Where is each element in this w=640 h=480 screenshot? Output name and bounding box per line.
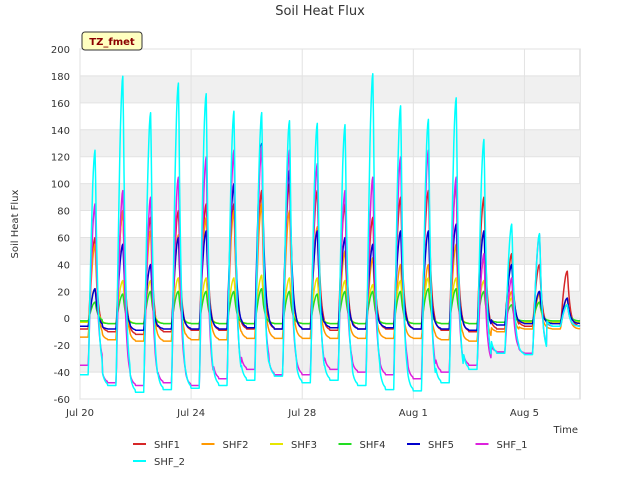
- y-tick-label: 180: [51, 72, 70, 83]
- legend-item-shf4: SHF4: [338, 440, 386, 451]
- legend-label: SHF3: [291, 440, 317, 451]
- y-tick-label: 80: [57, 207, 70, 218]
- x-tick-label: Jul 20: [65, 408, 94, 419]
- x-axis: Jul 20 Jul 24 Jul 28 Aug 1 Aug 5: [65, 408, 539, 419]
- y-tick-label: 100: [51, 180, 70, 191]
- y-tick-label: -40: [54, 368, 70, 379]
- y-tick-label: -20: [54, 341, 70, 352]
- y-tick-label: 140: [51, 126, 70, 137]
- chart-title: Soil Heat Flux: [275, 4, 365, 19]
- y-tick-label: 20: [57, 287, 70, 298]
- badge-label: TZ_fmet: [89, 37, 135, 48]
- legend-label: SHF_1: [497, 440, 528, 451]
- legend: SHF1 SHF2 SHF3 SHF4 SHF5 SHF_1 SHF_2: [133, 440, 527, 468]
- legend-label: SHF5: [428, 440, 454, 451]
- legend-item-shf_1: SHF_1: [475, 440, 528, 451]
- x-axis-label: Time: [553, 425, 578, 436]
- soil-heat-flux-chart: Soil Heat Flux -60 -40 -20 0 20 40 60 80 100 120 1…: [10, 4, 581, 468]
- grid-band: [80, 75, 580, 103]
- grid-band: [80, 183, 580, 211]
- legend-item-shf_2: SHF_2: [133, 457, 185, 468]
- y-tick-label: 160: [51, 99, 70, 110]
- legend-item-shf1: SHF1: [133, 440, 180, 451]
- y-tick-label: 0: [64, 314, 70, 325]
- y-axis: -60 -40 -20 0 20 40 60 80 100 120 140 160 180 200: [51, 45, 70, 406]
- grid-band: [80, 237, 580, 265]
- x-tick-label: Jul 28: [287, 408, 316, 419]
- y-tick-label: 40: [57, 260, 70, 271]
- legend-item-shf5: SHF5: [407, 440, 454, 451]
- legend-item-shf3: SHF3: [270, 440, 317, 451]
- legend-label: SHF_2: [154, 457, 185, 468]
- y-axis-label: Soil Heat Flux: [10, 189, 21, 258]
- grid-band: [80, 129, 580, 157]
- x-tick-label: Aug 5: [510, 408, 539, 419]
- x-tick-label: Jul 24: [176, 408, 205, 419]
- legend-label: SHF1: [154, 440, 180, 451]
- x-tick-label: Aug 1: [399, 408, 428, 419]
- y-tick-label: 200: [51, 45, 70, 56]
- legend-item-shf2: SHF2: [201, 440, 249, 451]
- y-tick-label: -60: [54, 395, 70, 406]
- y-tick-label: 120: [51, 153, 70, 164]
- y-tick-label: 60: [57, 233, 70, 244]
- station-badge: TZ_fmet: [81, 31, 143, 51]
- legend-label: SHF4: [360, 440, 386, 451]
- legend-label: SHF2: [223, 440, 249, 451]
